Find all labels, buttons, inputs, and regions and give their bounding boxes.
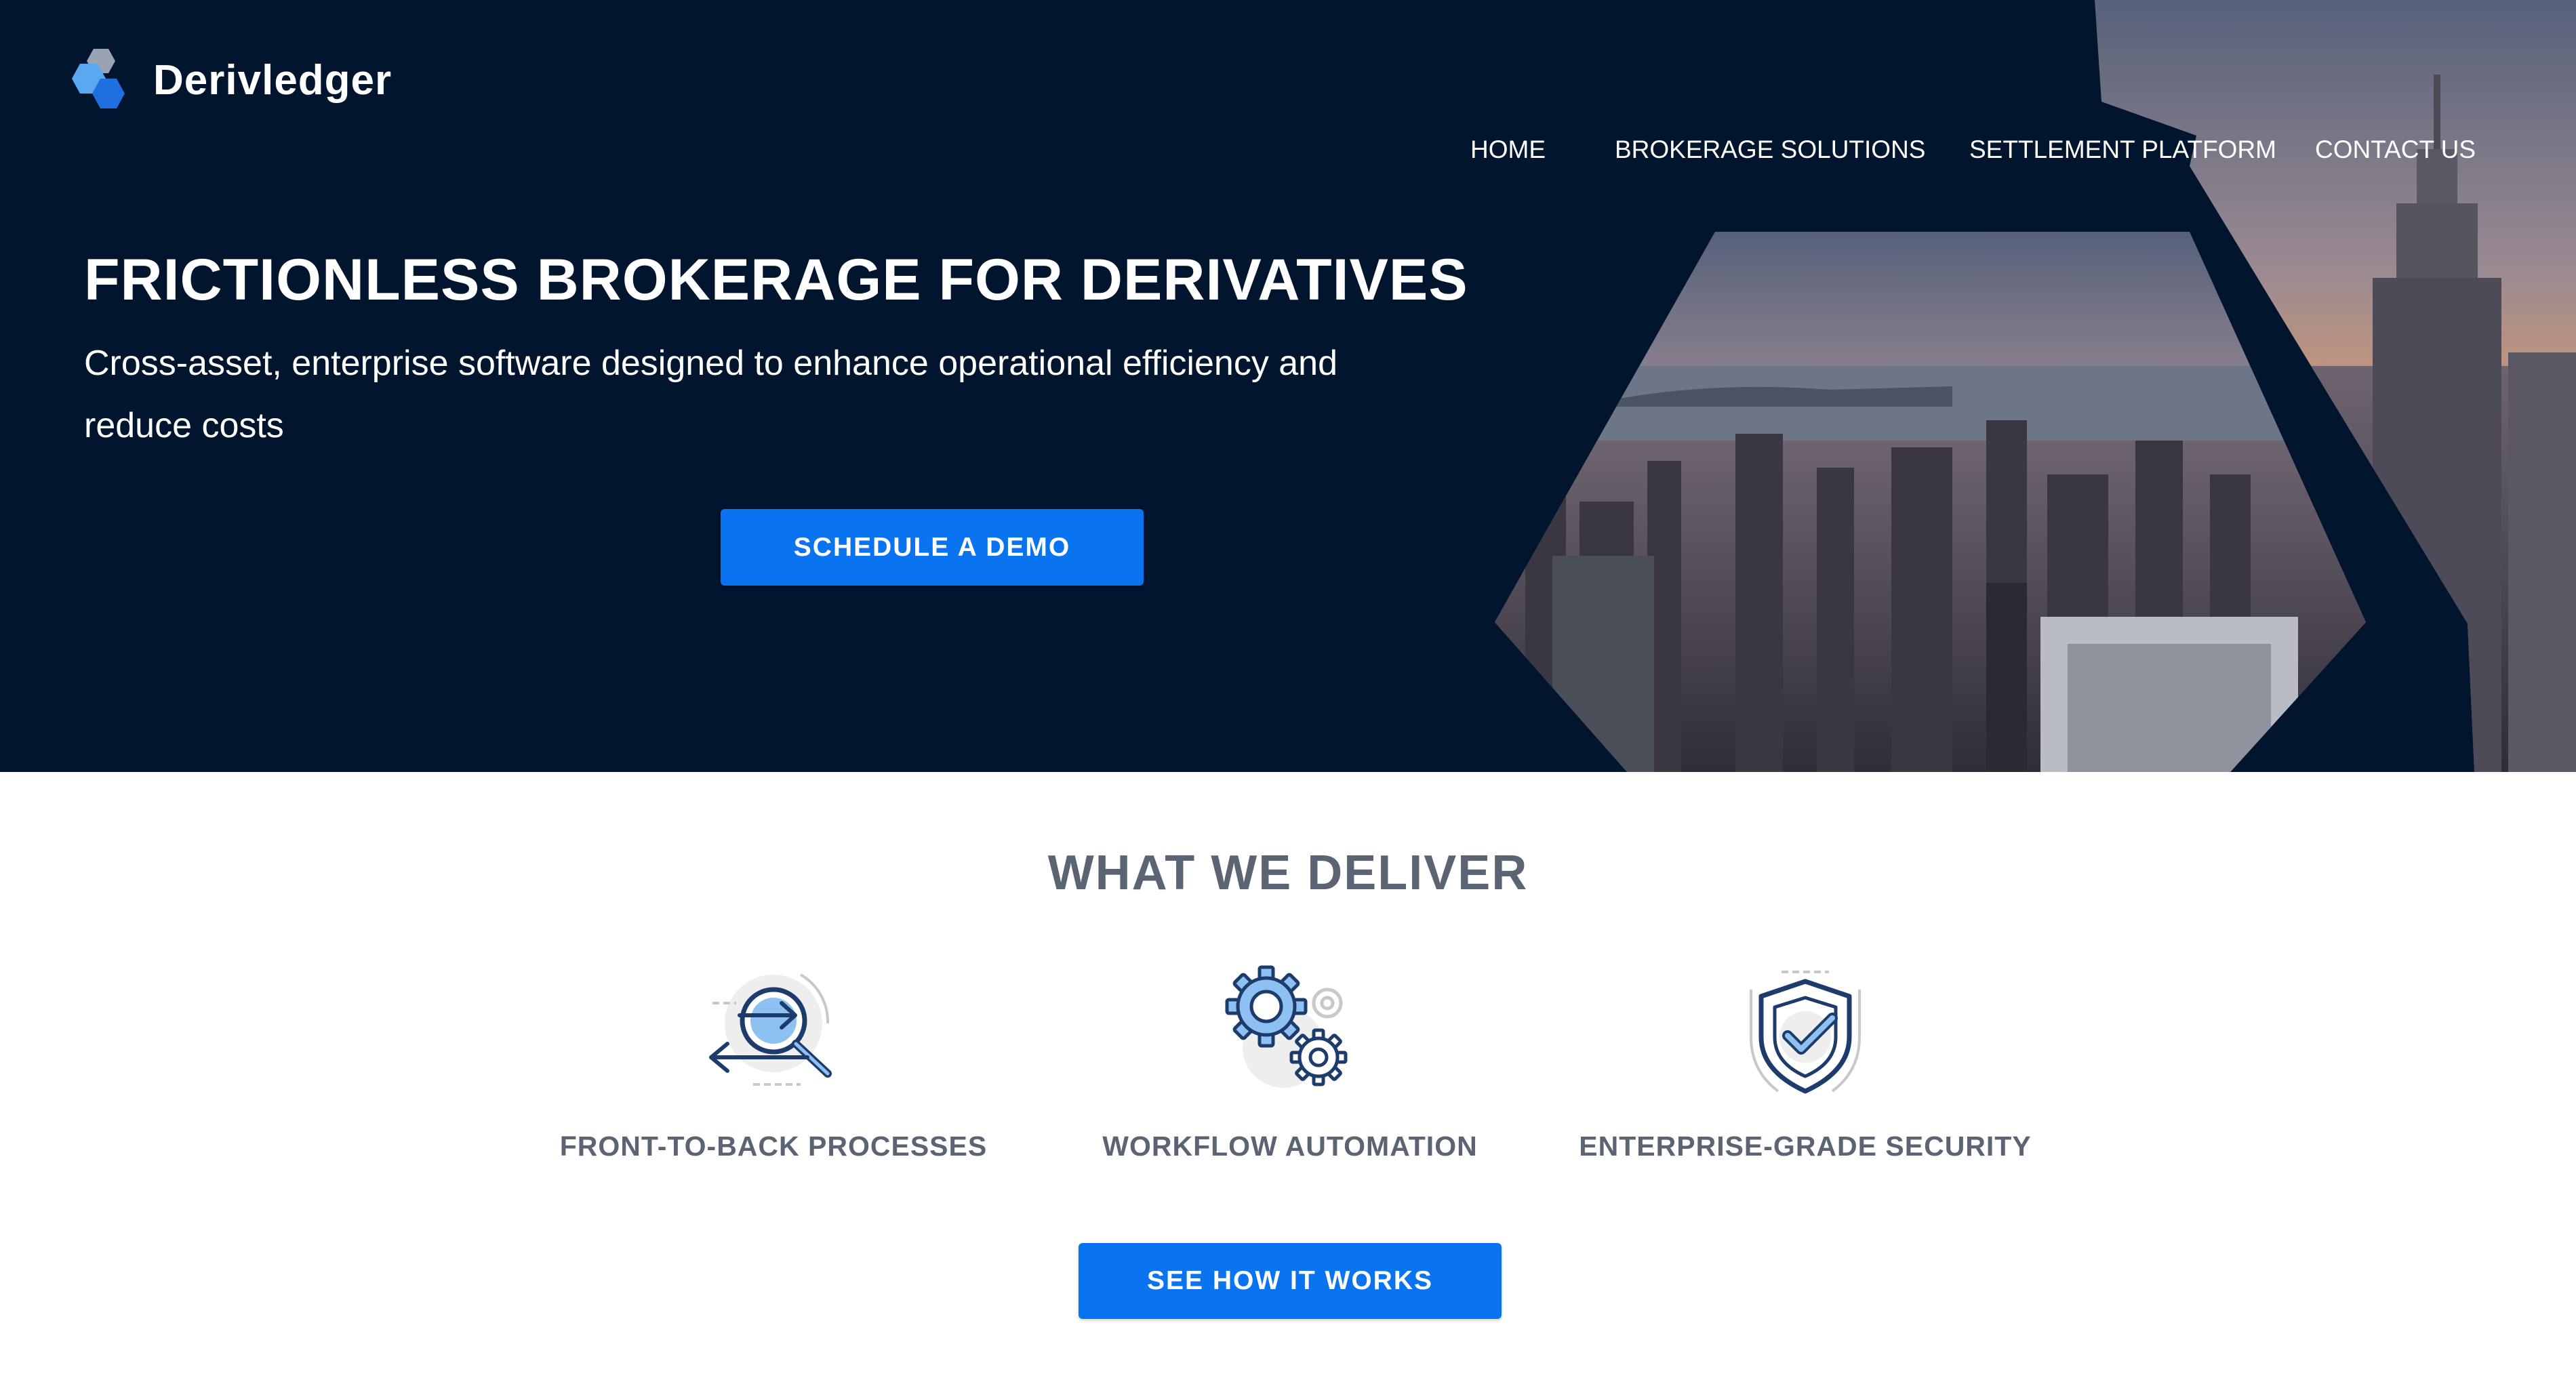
- feature-label-workflow-automation: WORKFLOW AUTOMATION: [1102, 1131, 1478, 1162]
- feature-label-enterprise-security: ENTERPRISE-GRADE SECURITY: [1579, 1131, 2032, 1162]
- hexagon-logo-icon: [72, 49, 125, 108]
- nav-home[interactable]: HOME: [1470, 136, 1546, 164]
- hero-section: Derivledger HOME BROKERAGE SOLUTIONS SET…: [0, 0, 2576, 772]
- nav-contact-us[interactable]: CONTACT US: [2315, 136, 2476, 164]
- see-how-it-works-button[interactable]: SEE HOW IT WORKS: [1079, 1243, 1502, 1319]
- magnifier-arrows-icon: [709, 973, 832, 1086]
- shield-check-icon: [1750, 971, 1861, 1094]
- hero-title: FRICTIONLESS BROKERAGE FOR DERIVATIVES: [84, 247, 1468, 312]
- nav-brokerage-solutions[interactable]: BROKERAGE SOLUTIONS: [1615, 136, 1926, 164]
- brand-logo[interactable]: Derivledger: [71, 47, 392, 113]
- schedule-demo-button[interactable]: SCHEDULE A DEMO: [721, 509, 1144, 586]
- hero-subtitle: Cross-asset, enterprise software designe…: [84, 344, 1338, 445]
- section-title: WHAT WE DELIVER: [1047, 846, 1529, 900]
- brand-name: Derivledger: [153, 56, 393, 104]
- gears-icon: [1225, 965, 1348, 1088]
- feature-label-front-to-back: FRONT-TO-BACK PROCESSES: [559, 1131, 988, 1162]
- nav-settlement-platform[interactable]: SETTLEMENT PLATFORM: [1969, 136, 2276, 164]
